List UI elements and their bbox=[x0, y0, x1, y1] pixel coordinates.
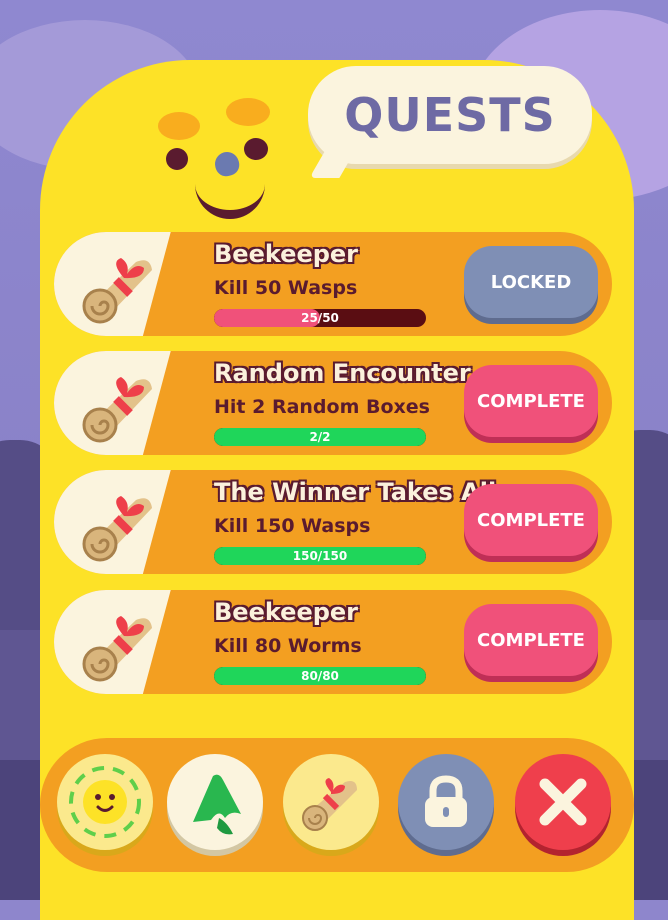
locked-button[interactable]: LOCKED bbox=[464, 246, 598, 318]
quest-progress-bar: 150/150 bbox=[214, 547, 426, 565]
quest-thumbnail bbox=[54, 232, 196, 336]
quest-progress-text: 25/50 bbox=[301, 311, 339, 325]
scroll-icon bbox=[70, 478, 166, 572]
complete-button[interactable]: COMPLETE bbox=[464, 604, 598, 676]
scroll-button[interactable] bbox=[283, 754, 379, 850]
close-icon bbox=[539, 778, 587, 826]
title-bubble: QUESTS bbox=[308, 66, 592, 164]
scroll-icon bbox=[70, 240, 166, 334]
complete-button[interactable]: COMPLETE bbox=[464, 365, 598, 437]
page-title: QUESTS bbox=[344, 88, 556, 142]
bee-face-icon bbox=[69, 766, 141, 838]
scroll-icon bbox=[70, 598, 166, 692]
leaf-icon bbox=[193, 774, 241, 835]
quest-title: Beekeeper bbox=[214, 598, 359, 626]
quest-title: The Winner Takes All bbox=[214, 478, 497, 506]
quest-thumbnail bbox=[54, 470, 196, 574]
lock-button[interactable] bbox=[398, 754, 494, 850]
quest-title: Random Encounter bbox=[214, 359, 471, 387]
quest-progress-bar: 2/2 bbox=[214, 428, 426, 446]
scroll-icon bbox=[70, 359, 166, 453]
quest-progress-text: 150/150 bbox=[292, 549, 348, 563]
quest-progress-bar: 80/80 bbox=[214, 667, 426, 685]
complete-button[interactable]: COMPLETE bbox=[464, 484, 598, 556]
quest-row: Random Encounter Hit 2 Random Boxes 2/2 COM… bbox=[54, 351, 612, 455]
quest-thumbnail bbox=[54, 590, 196, 694]
quest-progress-text: 80/80 bbox=[301, 669, 339, 683]
quest-description: Kill 80 Worms bbox=[214, 635, 362, 657]
scroll-icon bbox=[302, 778, 357, 831]
lock-icon bbox=[425, 775, 467, 827]
quest-description: Hit 2 Random Boxes bbox=[214, 396, 430, 418]
quest-row: Beekeeper Kill 50 Wasps 25/50 LOCKED bbox=[54, 232, 612, 336]
quest-description: Kill 50 Wasps bbox=[214, 277, 358, 299]
quest-row: Beekeeper Kill 80 Worms 80/80 COMPLETE bbox=[54, 590, 612, 694]
quest-row: The Winner Takes All Kill 150 Wasps 150/15… bbox=[54, 470, 612, 574]
bee-face-button[interactable] bbox=[57, 754, 153, 850]
close-button[interactable] bbox=[515, 754, 611, 850]
leaf-button[interactable] bbox=[167, 754, 263, 850]
quest-progress-bar: 25/50 bbox=[214, 309, 426, 327]
quest-description: Kill 150 Wasps bbox=[214, 515, 371, 537]
quest-thumbnail bbox=[54, 351, 196, 455]
quest-title: Beekeeper bbox=[214, 240, 359, 268]
quest-progress-text: 2/2 bbox=[309, 430, 331, 444]
